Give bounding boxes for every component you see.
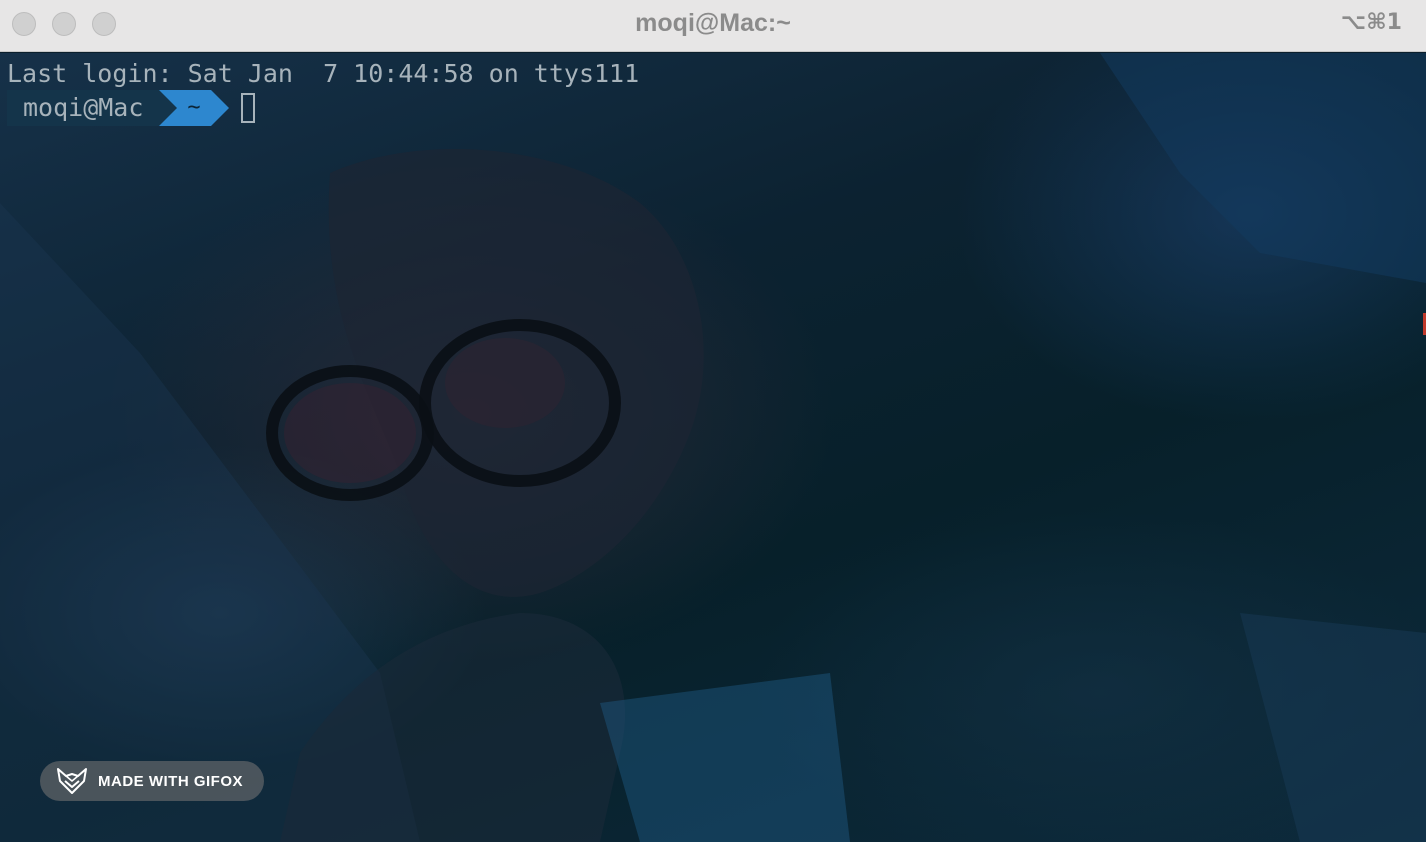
background-photo — [0, 53, 1426, 842]
gifox-watermark-badge: MADE WITH GIFOX — [40, 761, 264, 801]
shell-prompt[interactable]: moqi@Mac ~ — [7, 90, 255, 126]
close-window-button[interactable] — [12, 12, 36, 36]
text-cursor — [240, 93, 255, 123]
terminal-content[interactable]: Last login: Sat Jan 7 10:44:58 on ttys11… — [0, 53, 1426, 842]
gifox-label: MADE WITH GIFOX — [98, 772, 243, 790]
terminal-window: moqi@Mac:~ ⌥⌘1 Last login: Sat Jan 7 10:… — [0, 0, 1426, 842]
title-bar[interactable]: moqi@Mac:~ ⌥⌘1 — [0, 0, 1426, 52]
minimize-window-button[interactable] — [52, 12, 76, 36]
zoom-window-button[interactable] — [92, 12, 116, 36]
fox-icon — [57, 768, 87, 794]
prompt-user-segment: moqi@Mac — [7, 90, 160, 126]
last-login-line: Last login: Sat Jan 7 10:44:58 on ttys11… — [7, 59, 640, 88]
tab-shortcut-label: ⌥⌘1 — [1340, 10, 1402, 35]
window-title: moqi@Mac:~ — [635, 9, 791, 37]
prompt-directory-segment: ~ — [159, 90, 230, 126]
